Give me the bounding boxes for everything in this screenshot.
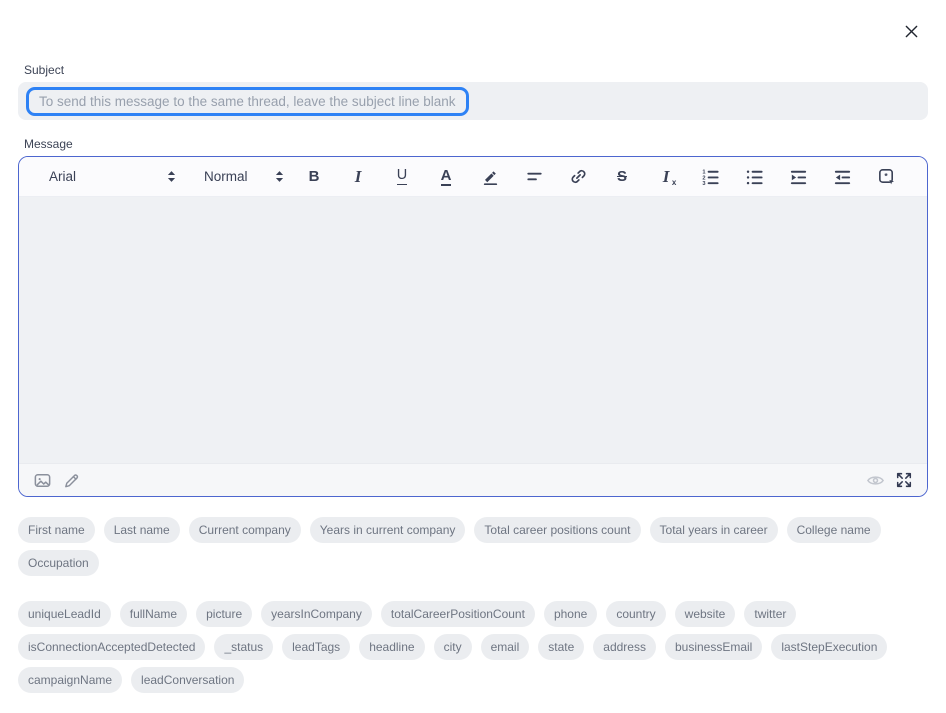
eye-icon bbox=[866, 471, 885, 490]
updown-chevron-icon bbox=[275, 170, 284, 183]
font-family-value: Arial bbox=[49, 169, 76, 184]
pencil-icon bbox=[62, 471, 81, 490]
merge-tag-chip[interactable]: email bbox=[481, 634, 530, 660]
merge-tag-chip[interactable]: country bbox=[606, 601, 665, 627]
merge-tag-chip[interactable]: isConnectionAcceptedDetected bbox=[18, 634, 205, 660]
message-label: Message bbox=[24, 137, 73, 151]
align-button[interactable] bbox=[512, 164, 556, 190]
align-icon bbox=[525, 167, 544, 186]
merge-tag-chip[interactable]: uniqueLeadId bbox=[18, 601, 111, 627]
merge-tag-chip[interactable]: leadConversation bbox=[131, 667, 244, 693]
outdent-button[interactable] bbox=[820, 164, 864, 190]
merge-tags-friendly: First name Last name Current company Years … bbox=[18, 517, 930, 576]
preview-button[interactable] bbox=[865, 470, 885, 490]
merge-tag-chip[interactable]: yearsInCompany bbox=[261, 601, 372, 627]
merge-tag-chip[interactable]: website bbox=[675, 601, 736, 627]
indent-icon bbox=[789, 167, 808, 186]
merge-tag-chip[interactable]: businessEmail bbox=[665, 634, 762, 660]
link-button[interactable] bbox=[556, 164, 600, 190]
expand-icon bbox=[895, 471, 913, 489]
merge-tag-chip[interactable]: Total career positions count bbox=[474, 517, 640, 543]
strikethrough-icon: S bbox=[617, 169, 627, 184]
merge-tag-chip[interactable]: totalCareerPositionCount bbox=[381, 601, 535, 627]
bullet-list-icon bbox=[745, 167, 764, 186]
highlight-button[interactable] bbox=[468, 164, 512, 190]
message-textarea[interactable] bbox=[19, 197, 927, 463]
italic-icon: I bbox=[355, 168, 362, 185]
insert-image-button[interactable] bbox=[32, 470, 52, 490]
merge-tag-chip[interactable]: Last name bbox=[104, 517, 180, 543]
compose-message-dialog: Subject To send this message to the same… bbox=[0, 0, 946, 713]
edit-pencil-button[interactable] bbox=[61, 470, 81, 490]
outdent-icon bbox=[833, 167, 852, 186]
ordered-list-button[interactable]: 1 2 3 bbox=[688, 164, 732, 190]
text-color-button[interactable]: A bbox=[424, 164, 468, 190]
clear-format-icon: Ix bbox=[663, 168, 670, 185]
paragraph-format-select[interactable]: Normal bbox=[204, 169, 284, 184]
merge-tag-chip[interactable]: College name bbox=[787, 517, 881, 543]
close-icon[interactable] bbox=[902, 22, 920, 40]
bold-button[interactable]: B bbox=[292, 164, 336, 190]
subject-label: Subject bbox=[24, 63, 64, 77]
editor-toolbar: Arial Normal B I U A bbox=[19, 157, 927, 197]
merge-tag-chip[interactable]: Occupation bbox=[18, 550, 99, 576]
subject-placeholder: To send this message to the same thread,… bbox=[39, 94, 456, 109]
merge-tag-chip[interactable]: phone bbox=[544, 601, 597, 627]
insert-variable-icon: * bbox=[877, 167, 896, 186]
subject-input[interactable]: To send this message to the same thread,… bbox=[18, 82, 928, 120]
merge-tag-chip[interactable]: twitter bbox=[744, 601, 796, 627]
text-color-icon: A bbox=[441, 168, 452, 186]
merge-tag-chip[interactable]: picture bbox=[196, 601, 252, 627]
bullet-list-button[interactable] bbox=[732, 164, 776, 190]
merge-tag-chip[interactable]: _status bbox=[214, 634, 273, 660]
merge-tag-chip[interactable]: city bbox=[434, 634, 472, 660]
indent-button[interactable] bbox=[776, 164, 820, 190]
italic-button[interactable]: I bbox=[336, 164, 380, 190]
merge-tag-chip[interactable]: Total years in career bbox=[650, 517, 778, 543]
merge-tag-chip[interactable]: headline bbox=[359, 634, 424, 660]
insert-variable-button[interactable]: * bbox=[864, 164, 908, 190]
merge-tag-chip[interactable]: campaignName bbox=[18, 667, 122, 693]
merge-tag-chip[interactable]: Years in current company bbox=[310, 517, 466, 543]
svg-text:*: * bbox=[884, 171, 888, 181]
link-icon bbox=[569, 167, 588, 186]
merge-tag-chip[interactable]: leadTags bbox=[282, 634, 350, 660]
highlighter-icon bbox=[481, 167, 500, 186]
merge-tag-chip[interactable]: First name bbox=[18, 517, 95, 543]
fullscreen-button[interactable] bbox=[894, 470, 914, 490]
strikethrough-button[interactable]: S bbox=[600, 164, 644, 190]
message-editor: Arial Normal B I U A bbox=[18, 156, 928, 497]
merge-tags-raw: uniqueLeadId fullName picture yearsInCompan… bbox=[18, 601, 930, 693]
ordered-list-icon: 1 2 3 bbox=[701, 167, 720, 186]
underline-button[interactable]: U bbox=[380, 164, 424, 190]
merge-tag-chip[interactable]: lastStepExecution bbox=[771, 634, 887, 660]
clear-format-button[interactable]: Ix bbox=[644, 164, 688, 190]
paragraph-format-value: Normal bbox=[204, 169, 248, 184]
font-family-select[interactable]: Arial bbox=[49, 169, 176, 184]
merge-tag-chip[interactable]: address bbox=[593, 634, 656, 660]
underline-icon: U bbox=[397, 168, 407, 185]
updown-chevron-icon bbox=[167, 170, 176, 183]
image-icon bbox=[33, 471, 52, 490]
editor-footer bbox=[19, 463, 927, 496]
merge-tag-chip[interactable]: Current company bbox=[189, 517, 301, 543]
subject-placeholder-highlight: To send this message to the same thread,… bbox=[26, 87, 469, 116]
merge-tag-chip[interactable]: fullName bbox=[120, 601, 187, 627]
merge-tag-chip[interactable]: state bbox=[538, 634, 584, 660]
svg-text:3: 3 bbox=[702, 181, 705, 186]
bold-icon: B bbox=[309, 169, 320, 184]
